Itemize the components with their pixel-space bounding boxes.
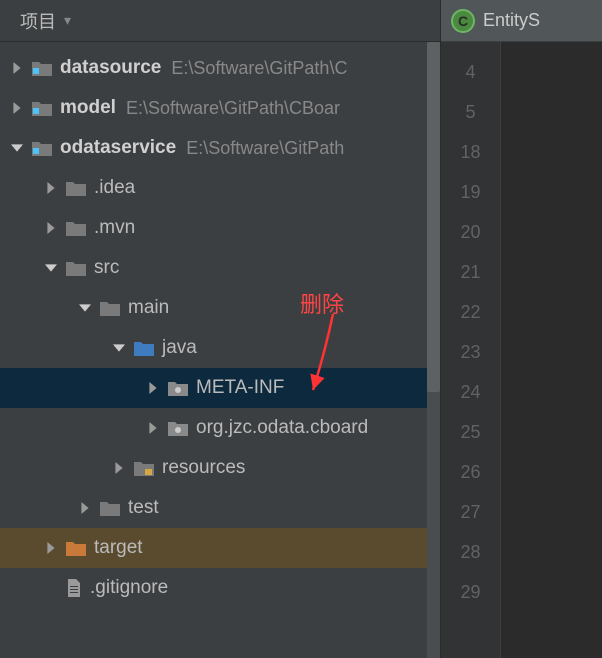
node-label: model xyxy=(60,97,116,119)
chevron-down-icon[interactable] xyxy=(44,261,58,275)
line-number: 22 xyxy=(441,292,500,332)
chevron-right-icon[interactable] xyxy=(44,541,58,555)
node-label: target xyxy=(94,537,143,559)
chevron-right-icon[interactable] xyxy=(10,101,24,115)
module-folder-icon xyxy=(32,100,52,116)
line-number: 25 xyxy=(441,412,500,452)
tree-node-mvn[interactable]: .mvn xyxy=(0,208,440,248)
package-icon xyxy=(168,380,188,396)
line-number: 27 xyxy=(441,492,500,532)
node-label: org.jzc.odata.cboard xyxy=(196,417,368,439)
editor-tab[interactable]: C EntityS xyxy=(441,0,602,42)
chevron-down-icon[interactable] xyxy=(78,301,92,315)
chevron-right-icon[interactable] xyxy=(112,461,126,475)
folder-icon xyxy=(66,180,86,196)
tree-node-odataservice[interactable]: odataservice E:\Software\GitPath xyxy=(0,128,440,168)
tree-scrollbar[interactable] xyxy=(427,42,440,658)
folder-icon xyxy=(66,260,86,276)
tab-label: EntityS xyxy=(483,10,540,31)
tree-node-target[interactable]: target xyxy=(0,528,440,568)
tree-node-java[interactable]: java xyxy=(0,328,440,368)
tree-node-datasource[interactable]: datasource E:\Software\GitPath\C xyxy=(0,48,440,88)
node-path: E:\Software\GitPath\CBoar xyxy=(126,98,340,119)
source-folder-icon xyxy=(134,340,154,356)
excluded-folder-icon xyxy=(66,540,86,556)
node-label: .idea xyxy=(94,177,135,199)
editor-panel: C EntityS 4 5 18 19 20 21 22 23 24 25 26… xyxy=(441,0,602,658)
project-tree: datasource E:\Software\GitPath\C model E… xyxy=(0,42,440,658)
package-icon xyxy=(168,420,188,436)
line-number: 5 xyxy=(441,92,500,132)
file-icon xyxy=(66,579,82,597)
chevron-right-icon[interactable] xyxy=(10,61,24,75)
scrollbar-thumb[interactable] xyxy=(427,42,440,392)
project-title: 项目 xyxy=(20,8,56,34)
line-number: 29 xyxy=(441,572,500,612)
node-label: .mvn xyxy=(94,217,135,239)
node-label: java xyxy=(162,337,197,359)
node-path: E:\Software\GitPath\C xyxy=(171,58,347,79)
folder-icon xyxy=(100,500,120,516)
editor-content[interactable] xyxy=(501,42,602,658)
line-number: 18 xyxy=(441,132,500,172)
tree-node-package[interactable]: org.jzc.odata.cboard xyxy=(0,408,440,448)
folder-icon xyxy=(66,220,86,236)
chevron-right-icon[interactable] xyxy=(44,181,58,195)
line-number: 24 xyxy=(441,372,500,412)
node-path: E:\Software\GitPath xyxy=(186,138,344,159)
node-label: main xyxy=(128,297,169,319)
tree-node-main[interactable]: main xyxy=(0,288,440,328)
chevron-right-icon[interactable] xyxy=(78,501,92,515)
class-icon: C xyxy=(451,9,475,33)
editor-gutter: 4 5 18 19 20 21 22 23 24 25 26 27 28 29 xyxy=(441,42,501,658)
line-number: 26 xyxy=(441,452,500,492)
line-number: 19 xyxy=(441,172,500,212)
tree-node-test[interactable]: test xyxy=(0,488,440,528)
module-folder-icon xyxy=(32,140,52,156)
line-number: 4 xyxy=(441,52,500,92)
dropdown-icon[interactable]: ▾ xyxy=(64,12,71,29)
line-number: 20 xyxy=(441,212,500,252)
chevron-right-icon[interactable] xyxy=(146,381,160,395)
folder-icon xyxy=(100,300,120,316)
tree-node-idea[interactable]: .idea xyxy=(0,168,440,208)
line-number: 28 xyxy=(441,532,500,572)
node-label: META-INF xyxy=(196,377,284,399)
node-label: odataservice xyxy=(60,137,176,159)
chevron-down-icon[interactable] xyxy=(10,141,24,155)
node-label: resources xyxy=(162,457,245,479)
tree-node-gitignore[interactable]: .gitignore xyxy=(0,568,440,608)
project-header: 项目 ▾ xyxy=(0,0,440,42)
tree-node-resources[interactable]: resources xyxy=(0,448,440,488)
chevron-right-icon[interactable] xyxy=(44,221,58,235)
tree-node-src[interactable]: src xyxy=(0,248,440,288)
node-label: test xyxy=(128,497,159,519)
chevron-down-icon[interactable] xyxy=(112,341,126,355)
chevron-right-icon[interactable] xyxy=(146,421,160,435)
resources-folder-icon xyxy=(134,460,154,476)
tree-node-model[interactable]: model E:\Software\GitPath\CBoar xyxy=(0,88,440,128)
node-label: src xyxy=(94,257,119,279)
node-label: datasource xyxy=(60,57,161,79)
line-number: 23 xyxy=(441,332,500,372)
module-folder-icon xyxy=(32,60,52,76)
line-number: 21 xyxy=(441,252,500,292)
node-label: .gitignore xyxy=(90,577,168,599)
tree-node-metainf[interactable]: META-INF xyxy=(0,368,440,408)
